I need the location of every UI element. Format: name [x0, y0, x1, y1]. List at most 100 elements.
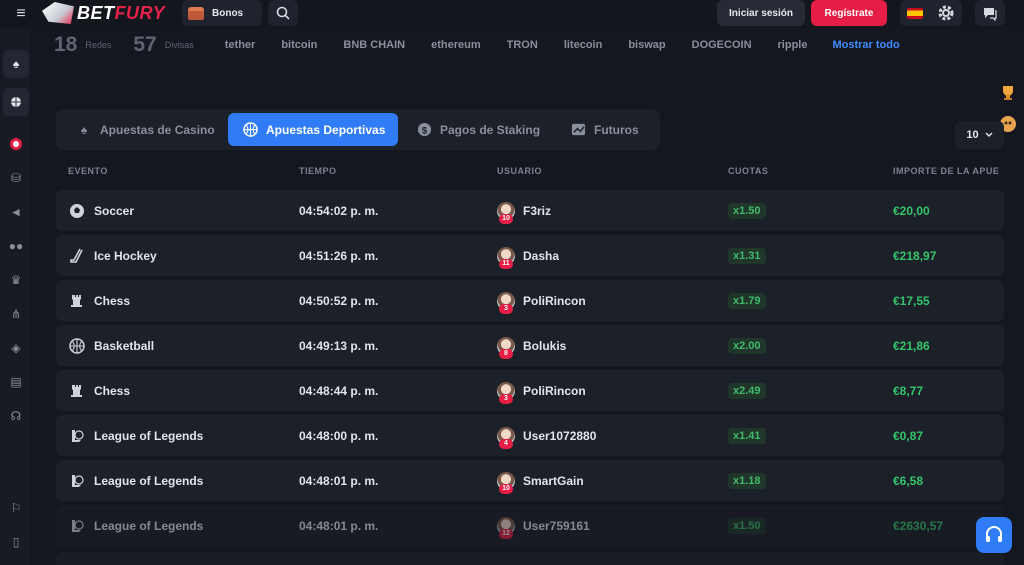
user-cell[interactable]: 12 User759161 [497, 505, 590, 546]
table-row[interactable]: Chess 04:48:44 p. m. 3 PoliRincon x2.49 €8,77 [56, 370, 1004, 411]
rows-per-page-select[interactable]: 10 [955, 121, 1004, 149]
currencies-label: Divisas [164, 40, 194, 50]
chat-bubble-icon [984, 8, 997, 21]
headset-icon [986, 526, 1002, 542]
brand-logo[interactable]: BETFURY [42, 1, 165, 25]
currency-tron: TRON [506, 39, 538, 51]
sidebar-network-icon[interactable]: ⋔ [3, 300, 29, 328]
sidebar-support-icon[interactable]: ☊ [3, 402, 29, 430]
spain-flag-icon[interactable] [907, 7, 923, 19]
show-all-link[interactable]: Mostrar todo [832, 39, 899, 51]
odds-cell: x2.00 [728, 325, 766, 366]
chevron-down-icon [985, 132, 993, 137]
sidebar-lang-icon[interactable]: ⚐ [3, 494, 29, 522]
trophy-icon[interactable] [998, 83, 1018, 103]
table-row[interactable]: Chess 04:50:52 p. m. 3 PoliRincon x1.79 €17,5… [56, 280, 1004, 321]
time-cell: 04:50:52 p. m. [299, 293, 379, 308]
table-row[interactable]: Basketball 04:49:13 p. m. 8 Bolukis x2.00 €21… [56, 325, 1004, 366]
odds-badge: x1.50 [728, 517, 766, 534]
sidebar-device-icon[interactable]: ▯ [3, 528, 29, 556]
event-cell: League of Legends [68, 460, 203, 501]
username: PoliRincon [523, 383, 586, 398]
menu-toggle-icon[interactable]: ≡ [10, 5, 32, 23]
time-cell: 04:48:01 p. m. [299, 518, 379, 533]
avatar: 3 [497, 291, 515, 314]
sidebar-wallet-icon[interactable]: ⛁ [3, 164, 29, 192]
odds-badge: x1.18 [728, 472, 766, 489]
sidebar-crown-icon[interactable]: ♛ [3, 266, 29, 294]
avatar: 4 [497, 426, 515, 449]
top-bar: ≡ BETFURY Bonos Iniciar sesión Regístrat… [0, 0, 1024, 28]
lol-icon [68, 517, 86, 535]
login-button[interactable]: Iniciar sesión [717, 0, 805, 26]
networks-count: 18 [54, 33, 78, 56]
odds-cell: x1.18 [728, 460, 766, 501]
user-cell[interactable]: 3 PoliRincon [497, 370, 586, 411]
table-row[interactable]: League of Legends 04:48:00 p. m. 4 User1072… [56, 415, 1004, 456]
event-name: Basketball [94, 338, 155, 353]
odds-cell: x1.50 [728, 505, 766, 546]
tab-futures[interactable]: Futuros [556, 113, 654, 146]
user-cell[interactable]: 3 PoliRincon [497, 280, 586, 321]
table-header: EVENTO TIEMPO USUARIO CUOTAS IMPORTE DE … [56, 166, 1004, 182]
level-badge: 10 [499, 483, 513, 494]
bonus-button[interactable]: Bonos [182, 0, 262, 26]
currency-bnb: BNB CHAIN [343, 39, 406, 51]
sidebar-casino-icon[interactable]: ♠ [3, 50, 29, 78]
trend-chart-icon [570, 122, 586, 138]
tab-staking-payouts[interactable]: $ Pagos de Staking [402, 113, 552, 146]
odds-cell: x2.49 [728, 370, 766, 411]
table-row[interactable]: Ice Hockey 04:51:26 p. m. 11 Dasha x1.31 €218… [56, 235, 1004, 276]
bonus-label: Bonos [212, 7, 244, 19]
user-cell[interactable]: 11 Dasha [497, 235, 559, 276]
tab-label: Pagos de Staking [440, 122, 541, 137]
tab-casino-bets[interactable]: ♠ Apuestas de Casino [62, 113, 224, 146]
sidebar-promo-icon[interactable]: ◄ [3, 198, 29, 226]
table-row[interactable]: League of Legends 04:48:01 p. m. 12 User759… [56, 505, 1004, 546]
table-row-partial [56, 552, 1004, 565]
event-name: Ice Hockey [94, 248, 157, 263]
table-row[interactable]: Soccer 04:54:02 p. m. 10 F3riz x1.50 €20,00 [56, 190, 1004, 231]
soccer-ball-icon [68, 202, 86, 220]
time-cell: 04:51:26 p. m. [299, 248, 379, 263]
user-cell[interactable]: 10 SmartGain [497, 460, 584, 501]
event-cell: Basketball [68, 325, 154, 366]
user-cell[interactable]: 8 Bolukis [497, 325, 566, 366]
time-cell: 04:49:13 p. m. [299, 338, 379, 353]
sidebar-sports-icon[interactable] [3, 88, 29, 116]
tab-label: Apuestas Deportivas [266, 122, 386, 137]
sidebar-live-icon[interactable] [3, 130, 29, 158]
lol-icon [68, 472, 86, 490]
sidebar-box-icon[interactable]: ◈ [3, 334, 29, 362]
tab-sports-bets[interactable]: Apuestas Deportivas [228, 113, 398, 146]
support-chat-button[interactable] [976, 517, 1012, 553]
user-cell[interactable]: 10 F3riz [497, 190, 551, 231]
event-name: Chess [94, 293, 131, 308]
avatar: 10 [497, 201, 515, 224]
odds-cell: x1.41 [728, 415, 766, 456]
time-cell: 04:54:02 p. m. [299, 203, 379, 218]
table-row[interactable]: League of Legends 04:48:01 p. m. 10 SmartGa… [56, 460, 1004, 501]
chat-button[interactable] [975, 0, 1005, 26]
bets-tabs: ♠ Apuestas de Casino Apuestas Deportivas… [56, 109, 660, 150]
logo-mascot-icon [42, 2, 74, 24]
col-amount: IMPORTE DE LA APUE [893, 166, 1000, 176]
avatar: 10 [497, 471, 515, 494]
level-badge: 8 [499, 348, 513, 359]
register-button[interactable]: Regístrate [811, 0, 887, 26]
sidebar-users-icon[interactable]: ●● [3, 232, 29, 260]
odds-badge: x1.31 [728, 247, 766, 264]
amount-cell: €6,58 [893, 473, 924, 488]
currency-biswap: biswap [628, 39, 666, 51]
rows-per-page-value: 10 [966, 129, 979, 141]
gear-icon[interactable] [937, 4, 955, 22]
search-button[interactable] [268, 0, 298, 26]
chess-rook-icon [68, 382, 86, 400]
brand-name: BETFURY [77, 2, 166, 23]
amount-cell: €17,55 [893, 293, 930, 308]
sidebar-clipboard-icon[interactable]: ▤ [3, 368, 29, 396]
time-cell: 04:48:01 p. m. [299, 473, 379, 488]
user-cell[interactable]: 4 User1072880 [497, 415, 596, 456]
event-cell: League of Legends [68, 415, 203, 456]
col-event: EVENTO [68, 166, 108, 176]
